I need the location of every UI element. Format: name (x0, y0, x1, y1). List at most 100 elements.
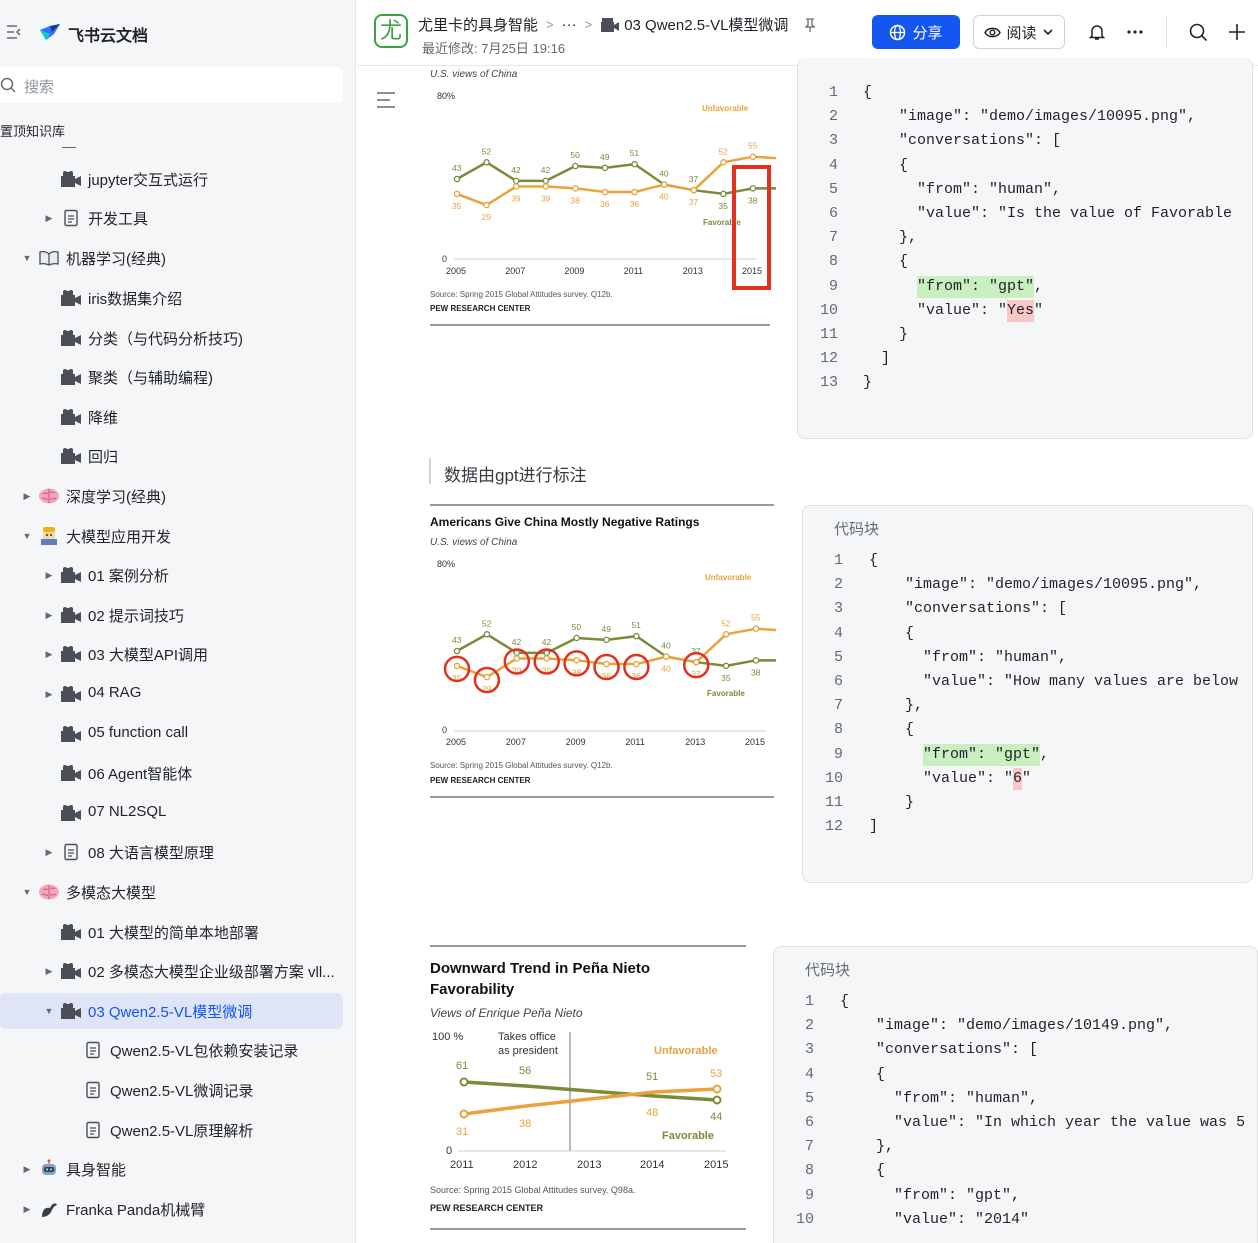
search-input[interactable]: 搜索 (0, 67, 343, 103)
code-line: 10 "value": "2014" (774, 1211, 1257, 1235)
unfavorable-point (722, 631, 730, 638)
sidebar-item[interactable]: ▶ Franka Panda机械臂 (0, 1191, 355, 1227)
favorable-data-label: 38 (748, 195, 758, 205)
sidebar-item[interactable]: ▶ 01 案例分析 (0, 557, 355, 593)
sidebar-item[interactable]: ▶ 02 提示词技巧 (0, 597, 355, 633)
favorable-label: Favorable (662, 1130, 714, 1142)
unfavorable-point (573, 657, 580, 664)
sidebar-item[interactable]: 01 大模型的简单本地部署 (0, 914, 355, 950)
robot-icon (38, 1159, 60, 1178)
share-button[interactable]: 分享 (872, 15, 960, 49)
sidebar-item-label: Qwen2.5-VL微调记录 (110, 1083, 254, 1100)
sidebar-item-label: 分类（与代码分析技巧) (88, 331, 243, 348)
code-text: "conversations": [ (869, 600, 1068, 618)
breadcrumb-root[interactable]: 尤里卡的具身智能 (418, 14, 538, 35)
sidebar-item[interactable]: 06 Agent智能体 (0, 755, 355, 791)
code-block-1[interactable]: 1{2 "image": "demo/images/10095.png", 3 "… (797, 58, 1253, 439)
caret-down-icon[interactable]: ▼ (22, 887, 32, 897)
code-block-2[interactable]: 代码块 1{2 "image": "demo/images/10095.png"… (802, 505, 1253, 883)
plus-icon[interactable] (1225, 20, 1249, 44)
sidebar-item[interactable]: ▶ 03 大模型API调用 (0, 636, 355, 672)
outline-toggle-icon[interactable] (376, 91, 396, 109)
caret-right-icon[interactable]: ▶ (44, 649, 54, 659)
code-line: 3 "conversations": [ (774, 1041, 1257, 1065)
caret-right-icon[interactable]: ▶ (44, 570, 54, 580)
chart-source: Source: Spring 2015 Global Attitudes sur… (430, 1185, 635, 1195)
caret-right-icon[interactable]: ▶ (22, 1204, 32, 1214)
sidebar-item[interactable]: Qwen2.5-VL原理解析 (0, 1112, 355, 1148)
sidebar-item[interactable]: jupyter交互式运行 (0, 161, 355, 197)
code-block-3[interactable]: 代码块 1{2 "image": "demo/images/10149.png"… (773, 946, 1258, 1243)
favorable-point (542, 177, 550, 185)
chart-image-pena-nieto: Downward Trend in Peña Nieto Favorabilit… (426, 944, 748, 1234)
sidebar: 飞书云文档 搜索 置顶知识库 jupyter交互式运行 ▶ 开发工具 ▼ 机器学习(经典… (0, 0, 356, 1243)
sidebar-item[interactable]: ▶ 02 多模态大模型企业级部署方案 vll... (0, 953, 355, 989)
read-mode-button[interactable]: 阅读 (973, 15, 1065, 49)
code-line: 13} (798, 374, 1252, 398)
caret-right-icon[interactable]: ▶ (44, 689, 54, 699)
video-icon (60, 962, 82, 980)
sidebar-item[interactable]: Qwen2.5-VL微调记录 (0, 1072, 355, 1108)
breadcrumb-ellipsis[interactable]: ··· (562, 16, 577, 33)
sidebar-item[interactable]: 分类（与代码分析技巧) (0, 320, 355, 356)
sidebar-item[interactable]: ▼ 多模态大模型 (0, 874, 355, 910)
collapse-sidebar-icon[interactable] (6, 24, 24, 40)
sidebar-item[interactable]: 降维 (0, 399, 355, 435)
more-icon[interactable] (1123, 20, 1147, 44)
chart-title: Americans Give China Mostly Negative Rat… (430, 515, 700, 529)
caret-right-icon[interactable]: ▶ (44, 213, 54, 223)
unfavorable-point (543, 655, 550, 662)
search-icon[interactable] (1186, 20, 1210, 44)
x-tick-label: 2015 (742, 266, 762, 276)
code-line: 4 { (774, 1066, 1257, 1090)
sidebar-item[interactable]: ▶ 具身智能 (0, 1151, 355, 1187)
sidebar-item[interactable]: 回归 (0, 438, 355, 474)
sidebar-item[interactable]: iris数据集介绍 (0, 280, 355, 316)
sidebar-item[interactable]: 聚类（与辅助编程) (0, 359, 355, 395)
sidebar-item[interactable]: 07 NL2SQL (0, 795, 355, 831)
sidebar-item[interactable]: 05 function call (0, 716, 355, 752)
chart-org: PEW RESEARCH CENTER (430, 304, 531, 313)
caret-down-icon[interactable]: ▼ (22, 253, 32, 263)
data-label: 56 (519, 1065, 531, 1077)
sidebar-item[interactable]: ▶ 深度学习(经典) (0, 478, 355, 514)
caret-down-icon[interactable]: ▼ (22, 531, 32, 541)
pew-chart-2: Americans Give China Mostly Negative Rat… (430, 504, 791, 798)
favorable-point (749, 185, 757, 192)
caret-down-icon[interactable]: ▼ (44, 1006, 54, 1016)
breadcrumb: 尤里卡的具身智能 > ··· > 03 Qwen2.5-VL模型微调 (418, 14, 818, 35)
caret-right-icon[interactable]: ▶ (44, 966, 54, 976)
caret-right-icon[interactable]: ▶ (22, 491, 32, 501)
line-number: 6 (804, 1114, 814, 1131)
code-line: 12] (803, 818, 1252, 842)
line-number: 13 (819, 374, 838, 392)
caret-right-icon[interactable]: ▶ (44, 847, 54, 857)
caret-right-icon[interactable]: ▶ (22, 1164, 32, 1174)
sidebar-item[interactable]: ▶ 08 大语言模型原理 (0, 834, 355, 870)
favorable-data-label: 52 (482, 618, 492, 628)
unfavorable-data-label: 35 (452, 201, 462, 211)
bell-icon[interactable] (1085, 20, 1109, 44)
sidebar-item[interactable]: ▼ 03 Qwen2.5-VL模型微调 (0, 993, 343, 1029)
video-icon (60, 606, 82, 624)
favorable-series-line (456, 160, 783, 196)
code-line: 6 "value": "In which year the value was … (774, 1114, 1257, 1138)
line-number: 8 (828, 253, 838, 271)
sidebar-item[interactable]: ▶ 开发工具 (0, 200, 355, 236)
code-line: 2 "image": "demo/images/10095.png", (803, 576, 1252, 600)
sidebar-item[interactable]: ▶ 04 RAG (0, 676, 355, 712)
favorable-data-label: 42 (512, 637, 522, 647)
pin-icon[interactable] (802, 17, 818, 33)
favorable-point (603, 636, 610, 644)
breadcrumb-current[interactable]: 03 Qwen2.5-VL模型微调 (624, 14, 788, 35)
app-name[interactable]: 飞书云文档 (68, 22, 148, 46)
code-text: "from": "human", (840, 1089, 1039, 1107)
sidebar-item[interactable]: ▼ 机器学习(经典) (0, 240, 355, 276)
favorable-data-label: 40 (661, 641, 671, 651)
sidebar-item[interactable]: Qwen2.5-VL包依赖安装记录 (0, 1032, 355, 1068)
sidebar-item[interactable]: ▼ 大模型应用开发 (0, 518, 355, 554)
code-line: 11 } (798, 326, 1252, 350)
space-avatar[interactable]: 尤 (374, 14, 408, 48)
code-line: 5 "from": "human", (798, 181, 1252, 205)
caret-right-icon[interactable]: ▶ (44, 610, 54, 620)
